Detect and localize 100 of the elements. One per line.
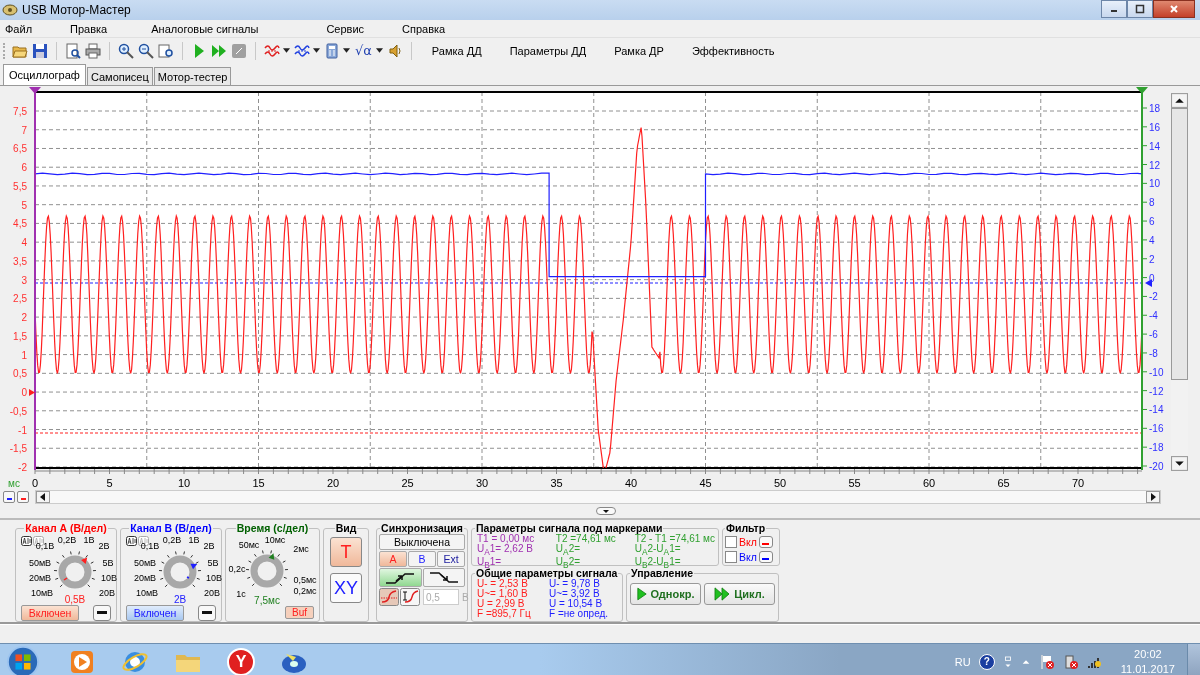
options-button[interactable] — [758, 535, 773, 548]
caret-icon[interactable] — [375, 48, 383, 53]
channel-b-button[interactable] — [3, 491, 15, 503]
zoom-in-icon[interactable] — [118, 42, 134, 59]
maximize-button[interactable] — [1127, 0, 1153, 18]
group-title: Время (с/дел) — [235, 522, 310, 534]
waveform-icon[interactable] — [294, 42, 310, 59]
marker-handle-icon[interactable] — [1136, 87, 1148, 94]
options-button[interactable] — [758, 550, 773, 563]
fast-forward-icon[interactable] — [211, 42, 227, 59]
scroll-left-icon[interactable] — [36, 491, 50, 503]
parameter-text: U- = 9,78 В — [549, 579, 601, 589]
minimize-button[interactable] — [1101, 0, 1127, 18]
run-button[interactable]: Цикл. — [704, 583, 775, 605]
sync-mode-button[interactable]: Выключена — [379, 534, 465, 550]
scale-label: 0,2с — [228, 564, 246, 574]
close-icon — [1169, 4, 1179, 14]
scale-label: 50мВ — [28, 558, 52, 568]
menu-item[interactable]: Файл — [5, 22, 33, 35]
axis-label: 2,5 — [13, 293, 27, 305]
zoom-settings-icon[interactable] — [158, 42, 174, 59]
source-button[interactable]: B — [408, 551, 436, 567]
enable-button[interactable]: Включен — [126, 604, 184, 621]
scroll-down-icon[interactable] — [1171, 456, 1188, 471]
flag-icon[interactable] — [1038, 653, 1055, 670]
parameter-text: U = 2,99 В — [477, 599, 525, 609]
parameter-text: U$_{A}$2-U$_{A}$1= — [634, 544, 681, 557]
invert-button[interactable] — [198, 604, 216, 621]
caret-icon[interactable] — [343, 48, 350, 53]
edge-button[interactable] — [379, 568, 422, 587]
calculator-icon[interactable] — [324, 42, 340, 59]
taskbar-button[interactable]: Y — [227, 647, 255, 675]
vertical-scrollbar[interactable] — [1171, 93, 1188, 471]
axis-label: 14 — [1149, 140, 1161, 152]
caret-icon[interactable] — [313, 48, 320, 53]
axis-label: 2 — [1149, 253, 1155, 265]
formula-button[interactable]: √α — [354, 43, 373, 58]
scale-label: 1с — [236, 589, 246, 599]
tab[interactable]: Осциллограф — [3, 64, 86, 85]
tab[interactable]: Мотор-тестер — [153, 67, 232, 85]
collapse-button[interactable] — [596, 507, 616, 515]
level-unit: В — [462, 591, 469, 603]
toolbar-button[interactable]: Рамка ДД — [419, 40, 494, 61]
scale-label: 0,2В — [57, 535, 77, 545]
parameter-text: T1 = 0,00 мс — [477, 534, 536, 544]
invert-button[interactable] — [93, 604, 111, 621]
checkbox[interactable] — [725, 535, 737, 548]
toolbar-button[interactable]: Рамка ДР — [602, 40, 676, 61]
tab[interactable]: Самописец — [86, 67, 153, 85]
marker-handle-icon[interactable] — [29, 87, 41, 94]
rising-edge-icon — [385, 571, 416, 584]
axis-label: 4,5 — [13, 218, 27, 230]
axis-label: 35 — [550, 477, 563, 488]
edge-button[interactable] — [422, 568, 465, 587]
save-icon[interactable] — [32, 42, 48, 59]
scale-label: 20В — [99, 588, 115, 598]
toolbar-button[interactable]: Параметры ДД — [497, 40, 599, 61]
axis-label: -12 — [1149, 385, 1164, 397]
printer-icon[interactable] — [85, 42, 101, 59]
scroll-right-icon[interactable] — [1146, 491, 1160, 503]
close-button[interactable] — [1153, 0, 1195, 18]
print-preview-icon[interactable] — [65, 42, 81, 59]
menu-item[interactable]: Аналоговые сигналы — [151, 22, 259, 35]
help-button[interactable]: ? — [978, 653, 995, 670]
menu-item[interactable]: Правка — [70, 22, 108, 35]
parameter-text: T2 - T1 =74,61 мс — [634, 534, 715, 544]
axis-label: 1,5 — [13, 330, 27, 342]
view-button[interactable]: XY — [330, 573, 362, 603]
waveform-icon[interactable] — [264, 42, 280, 59]
scale-label: 10мс — [264, 535, 286, 545]
axis-label: 65 — [997, 477, 1010, 488]
axis-label: -2 — [18, 462, 27, 473]
menu-item[interactable]: Справка — [402, 22, 446, 35]
toolbar-button[interactable]: Эффективность — [679, 40, 787, 61]
axis-label: -0,5 — [9, 405, 27, 417]
auto-scale-icon[interactable] — [21, 536, 32, 546]
channel-a-button[interactable] — [17, 491, 29, 503]
axis-label: 0 — [31, 477, 39, 488]
start-button[interactable] — [6, 644, 40, 675]
zoom-out-icon[interactable] — [138, 42, 154, 59]
horizontal-scrollbar[interactable] — [35, 490, 1161, 504]
auto-scale-icon[interactable] — [126, 536, 137, 546]
scale-value: 7,5мс — [254, 594, 280, 606]
scroll-up-icon[interactable] — [1171, 93, 1188, 108]
speaker-icon[interactable] — [386, 42, 403, 59]
axis-label: 3 — [21, 274, 27, 286]
scale-label: 10мВ — [30, 588, 54, 598]
axis-label: -4 — [1149, 310, 1158, 322]
axis-label: -18 — [1149, 442, 1164, 454]
menu-item[interactable]: Сервис — [326, 22, 365, 35]
marker-line[interactable] — [34, 91, 36, 471]
axis-label: 0,5 — [13, 368, 27, 380]
axis-label: 18 — [1149, 103, 1161, 114]
source-button[interactable]: Ext — [437, 551, 465, 567]
battery-icon[interactable] — [1062, 653, 1079, 670]
checkbox[interactable] — [725, 550, 737, 563]
run-button[interactable]: Однокр. — [630, 583, 701, 605]
trigger-level-icon[interactable] — [400, 588, 420, 606]
caret-icon[interactable] — [283, 48, 290, 53]
scale-label: 5В — [207, 558, 219, 568]
